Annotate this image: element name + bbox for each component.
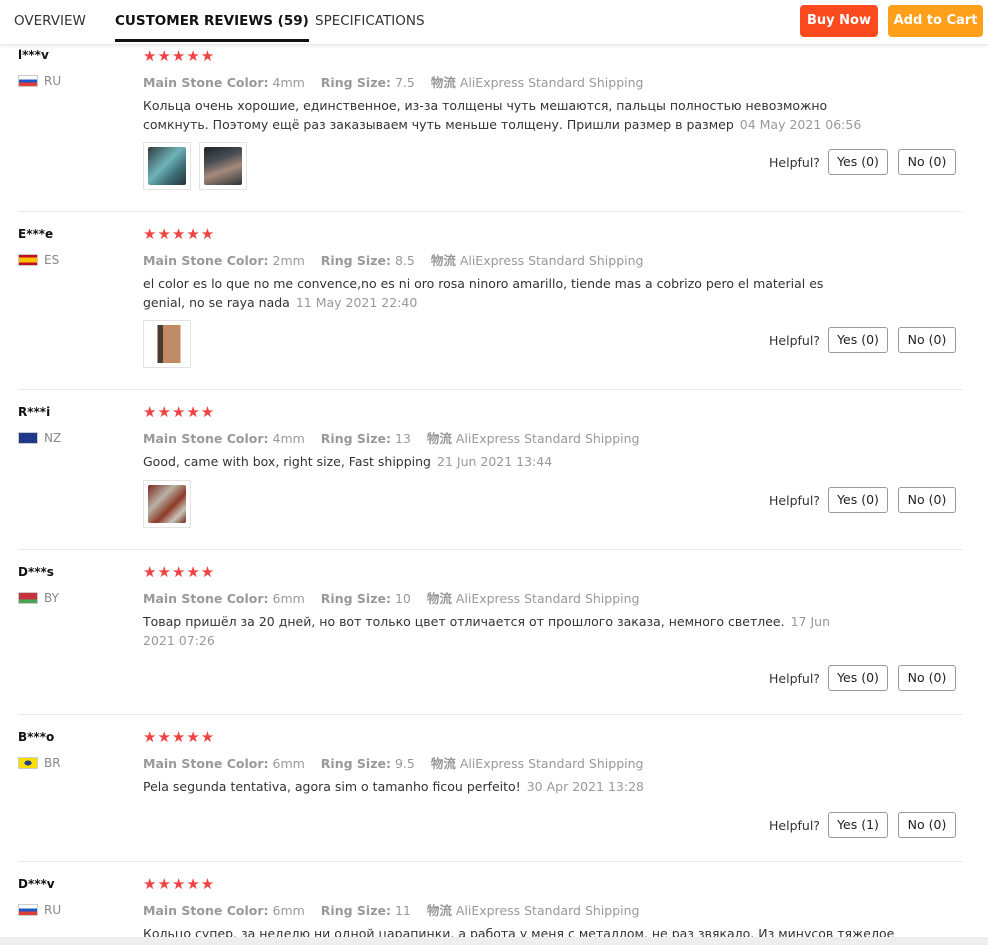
review-photo-thumbnail[interactable] [143,320,191,368]
helpful-yes-button[interactable]: Yes (0) [828,327,888,353]
tab-specifications[interactable]: SPECIFICATIONS [315,0,425,42]
review-attributes: Main Stone Color: 4mm Ring Size: 13 物流 A… [143,431,640,446]
review-attributes: Main Stone Color: 6mm Ring Size: 9.5 物流 … [143,756,644,771]
reviewer-name: B***o [18,730,55,744]
new-zealand-flag-icon [18,432,38,444]
review-date: 30 Apr 2021 13:28 [526,779,645,794]
review-attributes: Main Stone Color: 6mm Ring Size: 11 物流 A… [143,903,640,918]
reviewer-country: RU [18,74,61,88]
reviewer-country: BR [18,756,61,770]
review-attributes: Main Stone Color: 4mm Ring Size: 7.5 物流 … [143,75,644,90]
russia-flag-icon [18,75,38,87]
rating-stars: ★★★★★ [143,47,216,65]
review-attributes: Main Stone Color: 6mm Ring Size: 10 物流 A… [143,591,640,606]
rating-stars: ★★★★★ [143,403,216,421]
reviewer-name: D***v [18,877,55,891]
review-divider [18,861,963,862]
review-text: el color es lo que no me convence,no es … [143,276,824,310]
helpful-yes-button[interactable]: Yes (0) [828,665,888,691]
spain-flag-icon [18,254,38,266]
review-divider [18,549,963,550]
tab-customer-reviews[interactable]: CUSTOMER REVIEWS (59) [115,0,309,42]
helpful-no-button[interactable]: No (0) [898,665,956,691]
add-to-cart-button[interactable]: Add to Cart [888,5,983,37]
reviewer-name: l***v [18,48,49,62]
reviewer-country: NZ [18,431,61,445]
helpful-yes-button[interactable]: Yes (0) [828,487,888,513]
review-text: Good, came with box, right size, Fast sh… [143,454,553,469]
review-divider [18,714,963,715]
review-divider [18,389,963,390]
helpful-no-button[interactable]: No (0) [898,149,956,175]
review-photo-thumbnail[interactable] [143,480,191,528]
review-date: 04 May 2021 06:56 [739,117,862,132]
review-divider [18,211,963,212]
review-text: Товар пришёл за 20 дней, но вот только ц… [143,614,831,648]
review-text: Pela segunda tentativa, agora sim o tama… [143,779,645,794]
tab-overview[interactable]: OVERVIEW [14,0,86,42]
helpful-label: Helpful? [769,333,820,348]
review-text: Кольца очень хорошие, единственное, из-з… [143,98,862,132]
rating-stars: ★★★★★ [143,728,216,746]
helpful-no-button[interactable]: No (0) [898,812,956,838]
rating-stars: ★★★★★ [143,225,216,243]
reviewer-country: RU [18,903,61,917]
reviewer-name: R***i [18,405,51,419]
rating-stars: ★★★★★ [143,563,216,581]
product-tab-bar: OVERVIEW CUSTOMER REVIEWS (59) SPECIFICA… [0,0,988,45]
helpful-no-button[interactable]: No (0) [898,487,956,513]
review-attributes: Main Stone Color: 2mm Ring Size: 8.5 物流 … [143,253,644,268]
reviewer-country: ES [18,253,59,267]
helpful-label: Helpful? [769,155,820,170]
review-date: 11 May 2021 22:40 [295,295,418,310]
reviewer-name: D***s [18,565,54,579]
helpful-label: Helpful? [769,818,820,833]
russia-flag-icon [18,904,38,916]
helpful-label: Helpful? [769,493,820,508]
helpful-no-button[interactable]: No (0) [898,327,956,353]
review-photo-thumbnail[interactable] [143,142,191,190]
reviewer-country: BY [18,591,59,605]
helpful-yes-button[interactable]: Yes (1) [828,812,888,838]
review-date: 21 Jun 2021 13:44 [437,454,553,469]
review-photo-thumbnail[interactable] [199,142,247,190]
buy-now-button[interactable]: Buy Now [800,5,878,37]
brazil-flag-icon [18,757,38,769]
helpful-label: Helpful? [769,671,820,686]
helpful-yes-button[interactable]: Yes (0) [828,149,888,175]
belarus-flag-icon [18,592,38,604]
reviewer-name: E***e [18,227,54,241]
rating-stars: ★★★★★ [143,875,216,893]
horizontal-scrollbar[interactable] [0,937,988,945]
